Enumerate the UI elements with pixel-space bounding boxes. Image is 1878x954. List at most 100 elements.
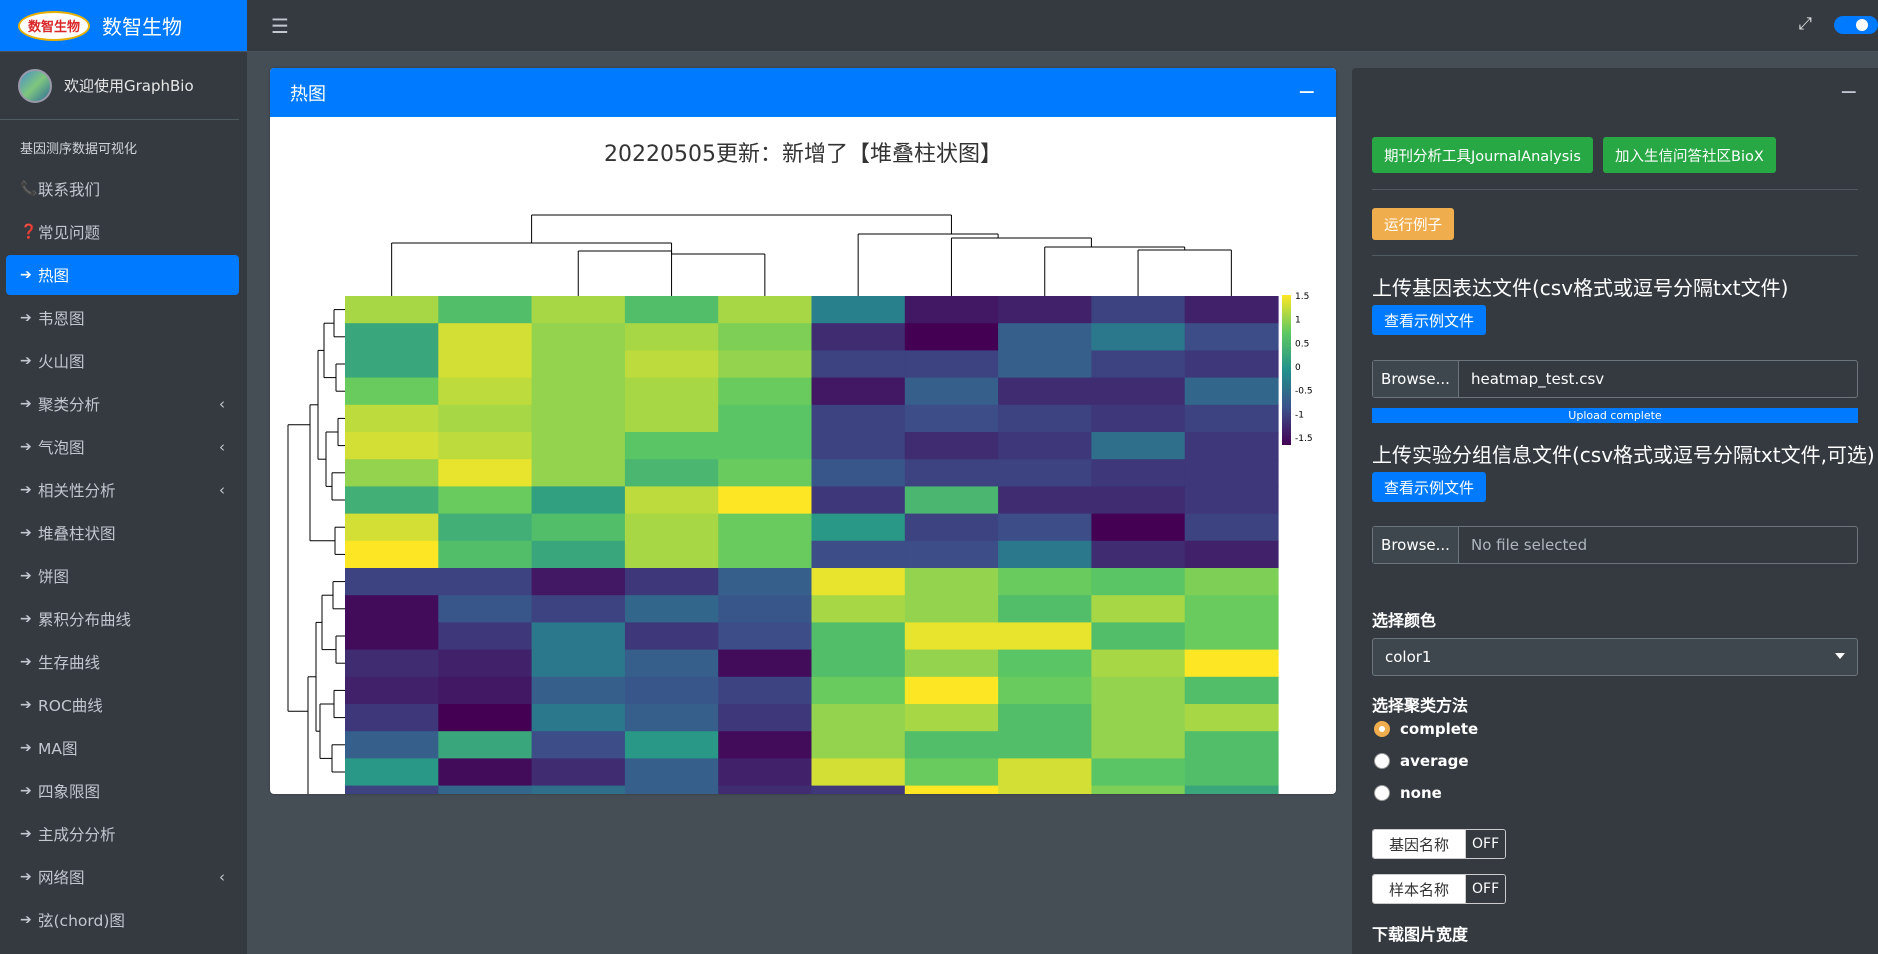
journal-analysis-button[interactable]: 期刊分析工具JournalAnalysis bbox=[1372, 137, 1593, 173]
radio-button[interactable] bbox=[1374, 753, 1390, 769]
heatmap-cell bbox=[531, 459, 626, 487]
sidebar-item-label: 常见问题 bbox=[38, 224, 101, 242]
heatmap-cell bbox=[1091, 704, 1186, 732]
dark-mode-toggle[interactable] bbox=[1834, 16, 1878, 34]
heatmap-cell bbox=[904, 595, 999, 623]
heatmap-cell bbox=[624, 323, 719, 351]
sidebar-item[interactable]: ➔ MA图 bbox=[6, 728, 239, 768]
legend-colorbar bbox=[1282, 295, 1291, 445]
heatmap-cell bbox=[904, 350, 999, 379]
sidebar-item[interactable]: ➔ 韦恩图 bbox=[6, 298, 239, 338]
heatmap-cell bbox=[531, 432, 626, 460]
heatmap-cell bbox=[1184, 568, 1279, 596]
heatmap-cell bbox=[718, 758, 813, 787]
heatmap-cell bbox=[624, 432, 719, 460]
heatmap-cell bbox=[1184, 432, 1279, 460]
heatmap-cell bbox=[1184, 622, 1279, 651]
menu-toggle-icon[interactable]: ☰ bbox=[271, 14, 289, 38]
heatmap-cell bbox=[811, 731, 906, 759]
heatmap-cell bbox=[904, 568, 999, 596]
heatmap-cell bbox=[345, 459, 439, 487]
sidebar-item[interactable]: ➔ 主成分分析 bbox=[6, 814, 239, 854]
sidebar-item[interactable]: ➔ 气泡图 ‹ bbox=[6, 427, 239, 467]
sidebar-item-label: 四象限图 bbox=[38, 783, 101, 801]
browse-button[interactable]: Browse... bbox=[1373, 527, 1459, 563]
expression-file-input[interactable]: Browse... heatmap_test.csv bbox=[1372, 360, 1858, 398]
arrow-right-icon: ➔ bbox=[20, 826, 32, 842]
sidebar-item[interactable]: 📞 联系我们 bbox=[6, 169, 239, 209]
heatmap-cell bbox=[998, 432, 1092, 460]
heatmap-cell bbox=[811, 622, 906, 651]
sidebar-item[interactable]: ➔ 聚类分析 ‹ bbox=[6, 384, 239, 424]
sidebar-item[interactable]: ➔ 堆叠柱状图 bbox=[6, 513, 239, 553]
heatmap-cell bbox=[811, 540, 906, 569]
heatmap-cell bbox=[624, 704, 719, 732]
heatmap-cell bbox=[998, 731, 1092, 759]
sidebar-item[interactable]: ➔ 网络图 ‹ bbox=[6, 857, 239, 897]
heatmap-cell bbox=[718, 377, 813, 406]
heatmap-cell bbox=[811, 486, 906, 515]
arrow-right-icon: ➔ bbox=[20, 654, 32, 670]
heatmap-cell bbox=[904, 758, 999, 787]
heatmap-cell bbox=[345, 568, 439, 596]
collapse-icon[interactable]: − bbox=[1840, 80, 1858, 105]
sidebar-item[interactable]: ➔ 累积分布曲线 bbox=[6, 599, 239, 639]
heatmap-cell bbox=[1184, 758, 1279, 787]
color-select[interactable]: color1 bbox=[1372, 638, 1858, 676]
sidebar-item[interactable]: ➔ 火山图 bbox=[6, 341, 239, 381]
sidebar-item[interactable]: ❓ 常见问题 bbox=[6, 212, 239, 252]
brand-link[interactable]: 数智生物 数智生物 bbox=[0, 0, 247, 52]
heatmap-cell bbox=[624, 486, 719, 515]
sidebar-item[interactable]: ➔ 生存曲线 bbox=[6, 642, 239, 682]
heatmap-cell bbox=[718, 649, 813, 678]
heatmap-cell bbox=[624, 350, 719, 379]
fullscreen-icon[interactable]: ⤢ bbox=[1798, 14, 1812, 34]
chevron-left-icon: ‹ bbox=[219, 395, 225, 413]
biox-button[interactable]: 加入生信问答社区BioX bbox=[1603, 137, 1776, 173]
sidebar-item[interactable]: ➔ 弦(chord)图 bbox=[6, 900, 239, 940]
heatmap-cell bbox=[1091, 622, 1186, 651]
cluster-method-label: 选择聚类方法 bbox=[1372, 696, 1469, 715]
collapse-icon[interactable]: − bbox=[1298, 80, 1316, 105]
heatmap-cell bbox=[345, 404, 439, 433]
sample-name-toggle[interactable]: 样本名称 OFF bbox=[1372, 874, 1507, 904]
radio-button[interactable] bbox=[1374, 785, 1390, 801]
arrow-right-icon: ➔ bbox=[20, 697, 32, 713]
run-example-button[interactable]: 运行例子 bbox=[1372, 208, 1454, 240]
view-example-button[interactable]: 查看示例文件 bbox=[1372, 472, 1487, 502]
gene-name-toggle[interactable]: 基因名称 OFF bbox=[1372, 829, 1507, 859]
heatmap-cell bbox=[1184, 731, 1279, 759]
sidebar-item-label: 联系我们 bbox=[38, 181, 101, 199]
heatmap-cell bbox=[904, 377, 999, 406]
heatmap-cell bbox=[345, 731, 439, 759]
question-icon: ❓ bbox=[20, 224, 38, 240]
heatmap-cell bbox=[438, 459, 533, 487]
sidebar-item[interactable]: ➔ 相关性分析 ‹ bbox=[6, 470, 239, 510]
radio-option[interactable]: average bbox=[1374, 752, 1469, 770]
heatmap-cell bbox=[624, 731, 719, 759]
sidebar-item[interactable]: ➔ ROC曲线 bbox=[6, 685, 239, 725]
heatmap-cell bbox=[998, 649, 1092, 678]
sidebar-item[interactable]: ➔ 饼图 bbox=[6, 556, 239, 596]
sidebar-item[interactable]: ➔ 四象限图 bbox=[6, 771, 239, 811]
heatmap-cell bbox=[531, 568, 626, 596]
legend-tick-label: -1 bbox=[1295, 410, 1304, 420]
browse-button[interactable]: Browse... bbox=[1373, 361, 1459, 397]
radio-option[interactable]: complete bbox=[1374, 720, 1478, 738]
heatmap-cell bbox=[998, 459, 1092, 487]
arrow-right-icon: ➔ bbox=[20, 353, 32, 369]
heatmap-cell bbox=[624, 404, 719, 433]
heatmap-cell bbox=[718, 350, 813, 379]
arrow-right-icon: ➔ bbox=[20, 912, 32, 928]
sidebar-item-label: 饼图 bbox=[38, 568, 70, 586]
radio-option[interactable]: none bbox=[1374, 784, 1442, 802]
group-file-input[interactable]: Browse... No file selected bbox=[1372, 526, 1858, 564]
heatmap-cell bbox=[811, 704, 906, 732]
heatmap-cell bbox=[531, 595, 626, 623]
heatmap-cell bbox=[438, 296, 533, 324]
chevron-left-icon: ‹ bbox=[219, 481, 225, 499]
view-example-button[interactable]: 查看示例文件 bbox=[1372, 305, 1487, 335]
sidebar-item[interactable]: ➔ 热图 bbox=[6, 255, 239, 295]
heatmap-cell bbox=[718, 704, 813, 732]
radio-button[interactable] bbox=[1374, 721, 1390, 737]
